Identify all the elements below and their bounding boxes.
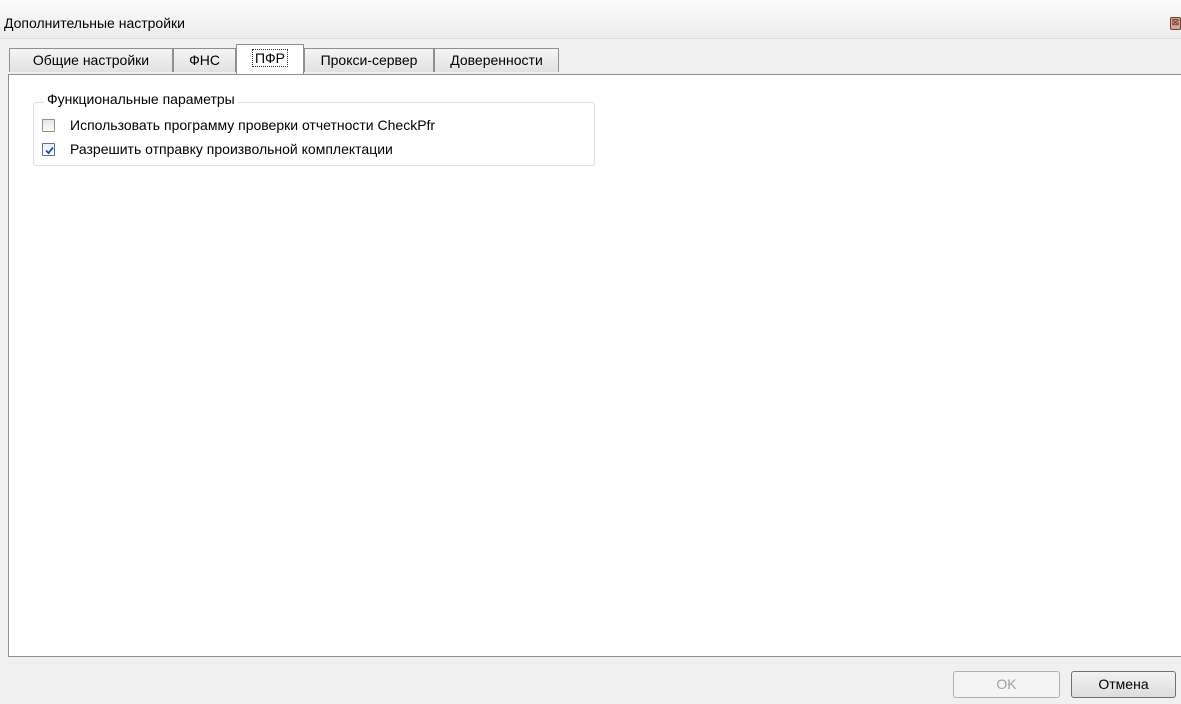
tab-pfr-label: ПФР bbox=[251, 49, 289, 67]
tab-general-label: Общие настройки bbox=[32, 52, 150, 68]
tab-fns[interactable]: ФНС bbox=[173, 48, 236, 72]
tab-powers-of-attorney-label: Доверенности bbox=[450, 52, 543, 68]
checkpfr-label[interactable]: Использовать программу проверки отчетнос… bbox=[70, 117, 435, 133]
tab-general[interactable]: Общие настройки bbox=[9, 48, 173, 72]
tab-fns-label: ФНС bbox=[189, 52, 220, 68]
ok-button-label: OK bbox=[996, 676, 1017, 692]
close-icon[interactable]: ⊠ bbox=[1170, 17, 1181, 30]
tab-proxy-server-label: Прокси-сервер bbox=[320, 52, 418, 68]
cancel-button[interactable]: Отмена bbox=[1071, 671, 1176, 698]
tab-powers-of-attorney[interactable]: Доверенности bbox=[434, 48, 559, 72]
cancel-button-label: Отмена bbox=[1098, 676, 1149, 692]
custom-package-label[interactable]: Разрешить отправку произвольной комплект… bbox=[70, 141, 393, 157]
title-bar: Дополнительные настройки ⊠ bbox=[0, 0, 1181, 39]
checkmark-icon bbox=[45, 146, 54, 155]
group-title: Функциональные параметры bbox=[44, 91, 238, 107]
ok-button[interactable]: OK bbox=[953, 671, 1060, 698]
checkpfr-checkbox[interactable] bbox=[42, 119, 55, 132]
tab-proxy-server[interactable]: Прокси-сервер bbox=[304, 48, 434, 72]
tab-pfr[interactable]: ПФР bbox=[236, 44, 304, 74]
window-title: Дополнительные настройки bbox=[4, 15, 185, 31]
custom-package-checkbox[interactable] bbox=[42, 143, 55, 156]
